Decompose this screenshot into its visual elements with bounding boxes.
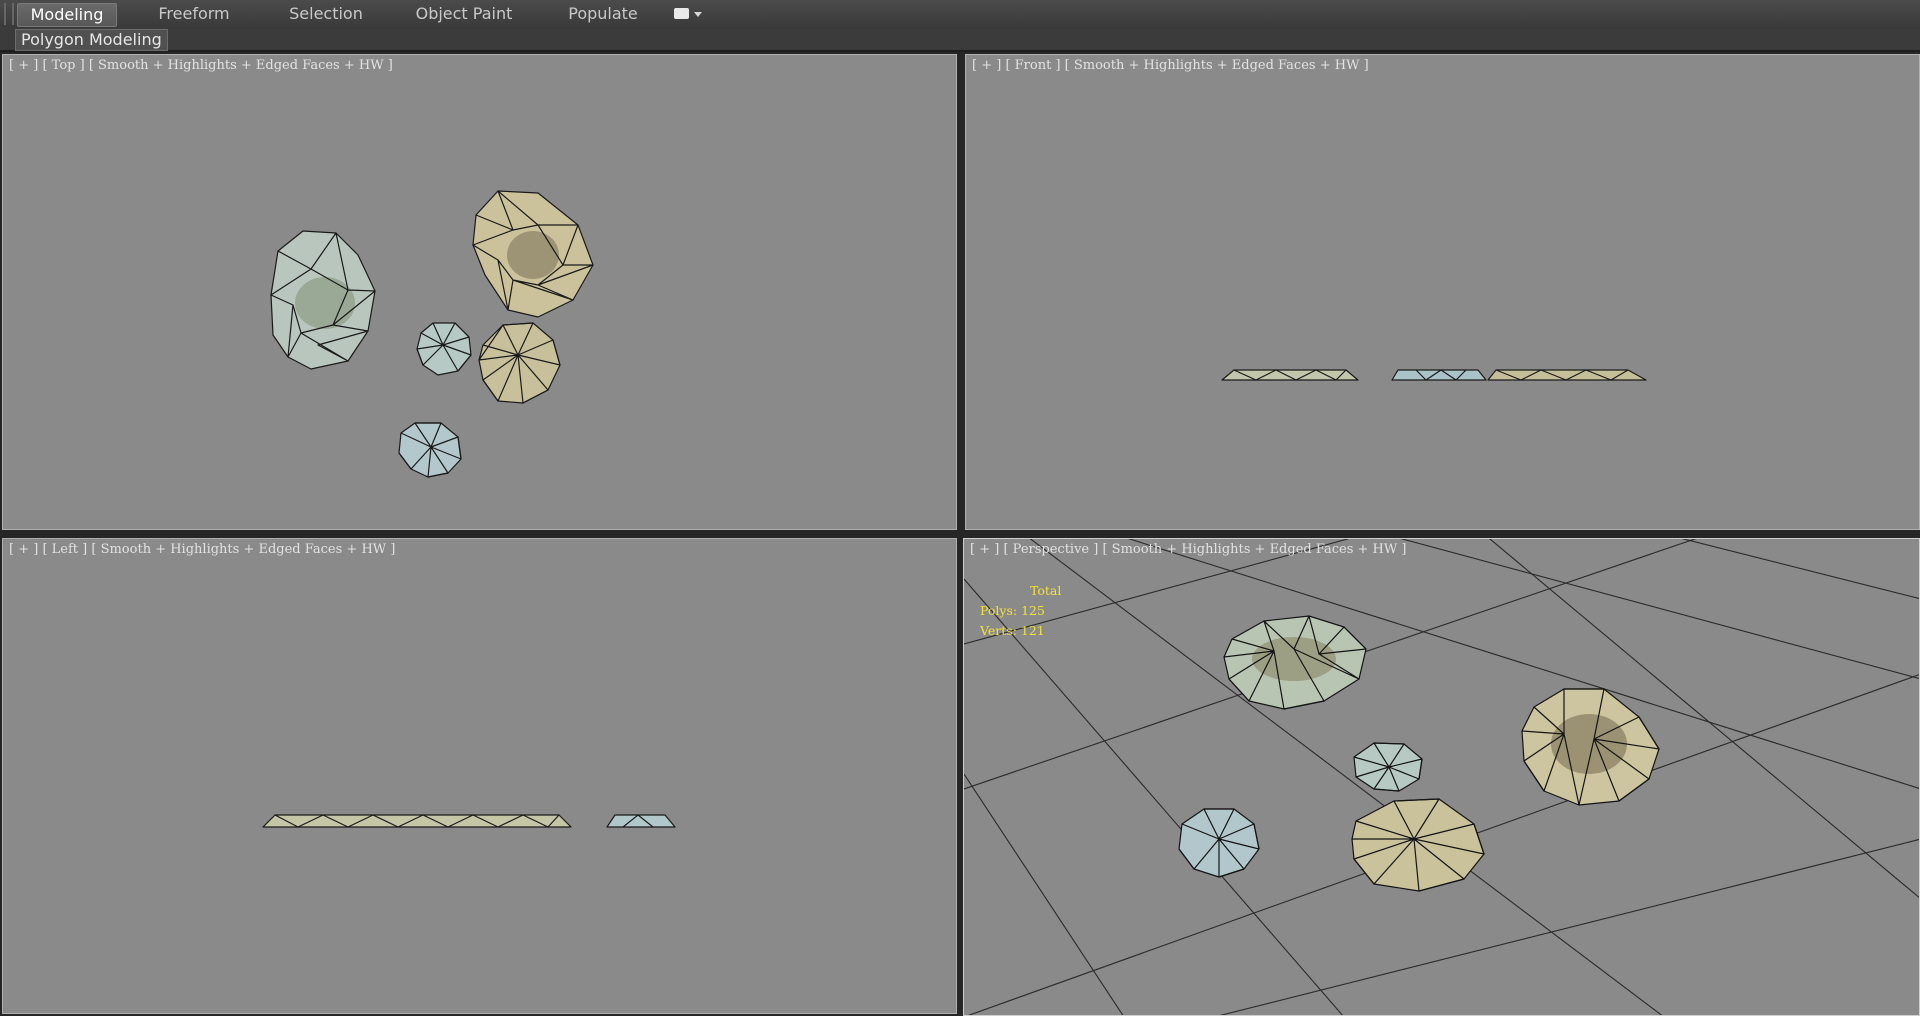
ribbon-options-icon[interactable] [674, 8, 702, 22]
viewport-top[interactable]: [ + ] [ Top ] [ Smooth + Highlights + Ed… [2, 54, 957, 530]
statistics-overlay: Total Polys: 125 Verts: 121 [980, 581, 1061, 641]
stone-front-right [1487, 369, 1647, 381]
viewport-label-top: [ + ] [ Top ] [ Smooth + Highlights + Ed… [9, 58, 393, 73]
viewport-menu-button[interactable]: [ + ] [972, 58, 1001, 73]
tab-freeform[interactable]: Freeform [138, 3, 250, 25]
shading-menu[interactable]: [ Smooth + Highlights + Edged Faces + HW… [1102, 542, 1406, 557]
viewport-label-left: [ + ] [ Left ] [ Smooth + Highlights + E… [9, 542, 395, 557]
perspective-view-scene [964, 539, 1919, 1015]
stone-large-blue [270, 230, 376, 370]
top-view-scene [270, 190, 594, 478]
stats-title: Total [1030, 583, 1062, 598]
stone-persp-large-blue [1223, 615, 1367, 710]
tab-selection[interactable]: Selection [270, 3, 382, 25]
shading-menu[interactable]: [ Smooth + Highlights + Edged Faces + HW… [89, 58, 393, 73]
stone-persp-blue-front [1178, 808, 1260, 878]
view-name-menu[interactable]: [ Top ] [42, 58, 84, 73]
tab-populate[interactable]: Populate [547, 3, 659, 25]
stone-small-blue-bottom [398, 422, 462, 478]
viewport-area: [ + ] [ Top ] [ Smooth + Highlights + Ed… [0, 52, 1920, 1016]
polygon-modeling-panel-button[interactable]: Polygon Modeling [15, 29, 168, 51]
viewport-menu-button[interactable]: [ + ] [9, 542, 38, 557]
chevron-down-icon [694, 12, 702, 17]
shading-menu[interactable]: [ Smooth + Highlights + Edged Faces + HW… [1065, 58, 1369, 73]
stone-persp-tan-right [1521, 688, 1660, 806]
view-name-menu[interactable]: [ Left ] [42, 542, 87, 557]
viewport-menu-button[interactable]: [ + ] [9, 58, 38, 73]
ribbon-grip-handle[interactable] [4, 3, 14, 25]
front-view-scene [1221, 369, 1647, 381]
left-view-scene [262, 814, 676, 828]
tab-modeling[interactable]: Modeling [17, 3, 117, 27]
stone-persp-tan-front [1351, 798, 1485, 892]
shading-menu[interactable]: [ Smooth + Highlights + Edged Faces + HW… [91, 542, 395, 557]
stone-left-small [606, 814, 676, 828]
viewport-front[interactable]: [ + ] [ Front ] [ Smooth + Highlights + … [965, 54, 1920, 530]
home-grid [964, 539, 1919, 1015]
view-name-menu[interactable]: [ Front ] [1005, 58, 1060, 73]
ribbon-tab-bar: Modeling Freeform Selection Object Paint… [0, 0, 1920, 29]
viewport-label-perspective: [ + ] [ Perspective ] [ Smooth + Highlig… [970, 542, 1406, 557]
viewport-label-front: [ + ] [ Front ] [ Smooth + Highlights + … [972, 58, 1369, 73]
viewport-perspective[interactable]: [ + ] [ Perspective ] [ Smooth + Highlig… [963, 538, 1920, 1016]
viewport-left[interactable]: [ + ] [ Left ] [ Smooth + Highlights + E… [2, 538, 957, 1014]
stats-verts: Verts: 121 [980, 623, 1045, 638]
tab-object-paint[interactable]: Object Paint [403, 3, 525, 25]
stone-left-long [262, 814, 572, 828]
stone-persp-small-blue [1353, 742, 1423, 792]
viewport-menu-button[interactable]: [ + ] [970, 542, 999, 557]
ribbon-panel-bar: Polygon Modeling [0, 28, 1920, 52]
stats-polys: Polys: 125 [980, 603, 1045, 618]
stone-front-middle [1391, 369, 1487, 381]
view-name-menu[interactable]: [ Perspective ] [1003, 542, 1098, 557]
stone-tan-upper [472, 190, 594, 318]
stone-small-blue-center [416, 322, 472, 376]
stone-front-left [1221, 369, 1359, 381]
stone-tan-lower [478, 322, 561, 404]
